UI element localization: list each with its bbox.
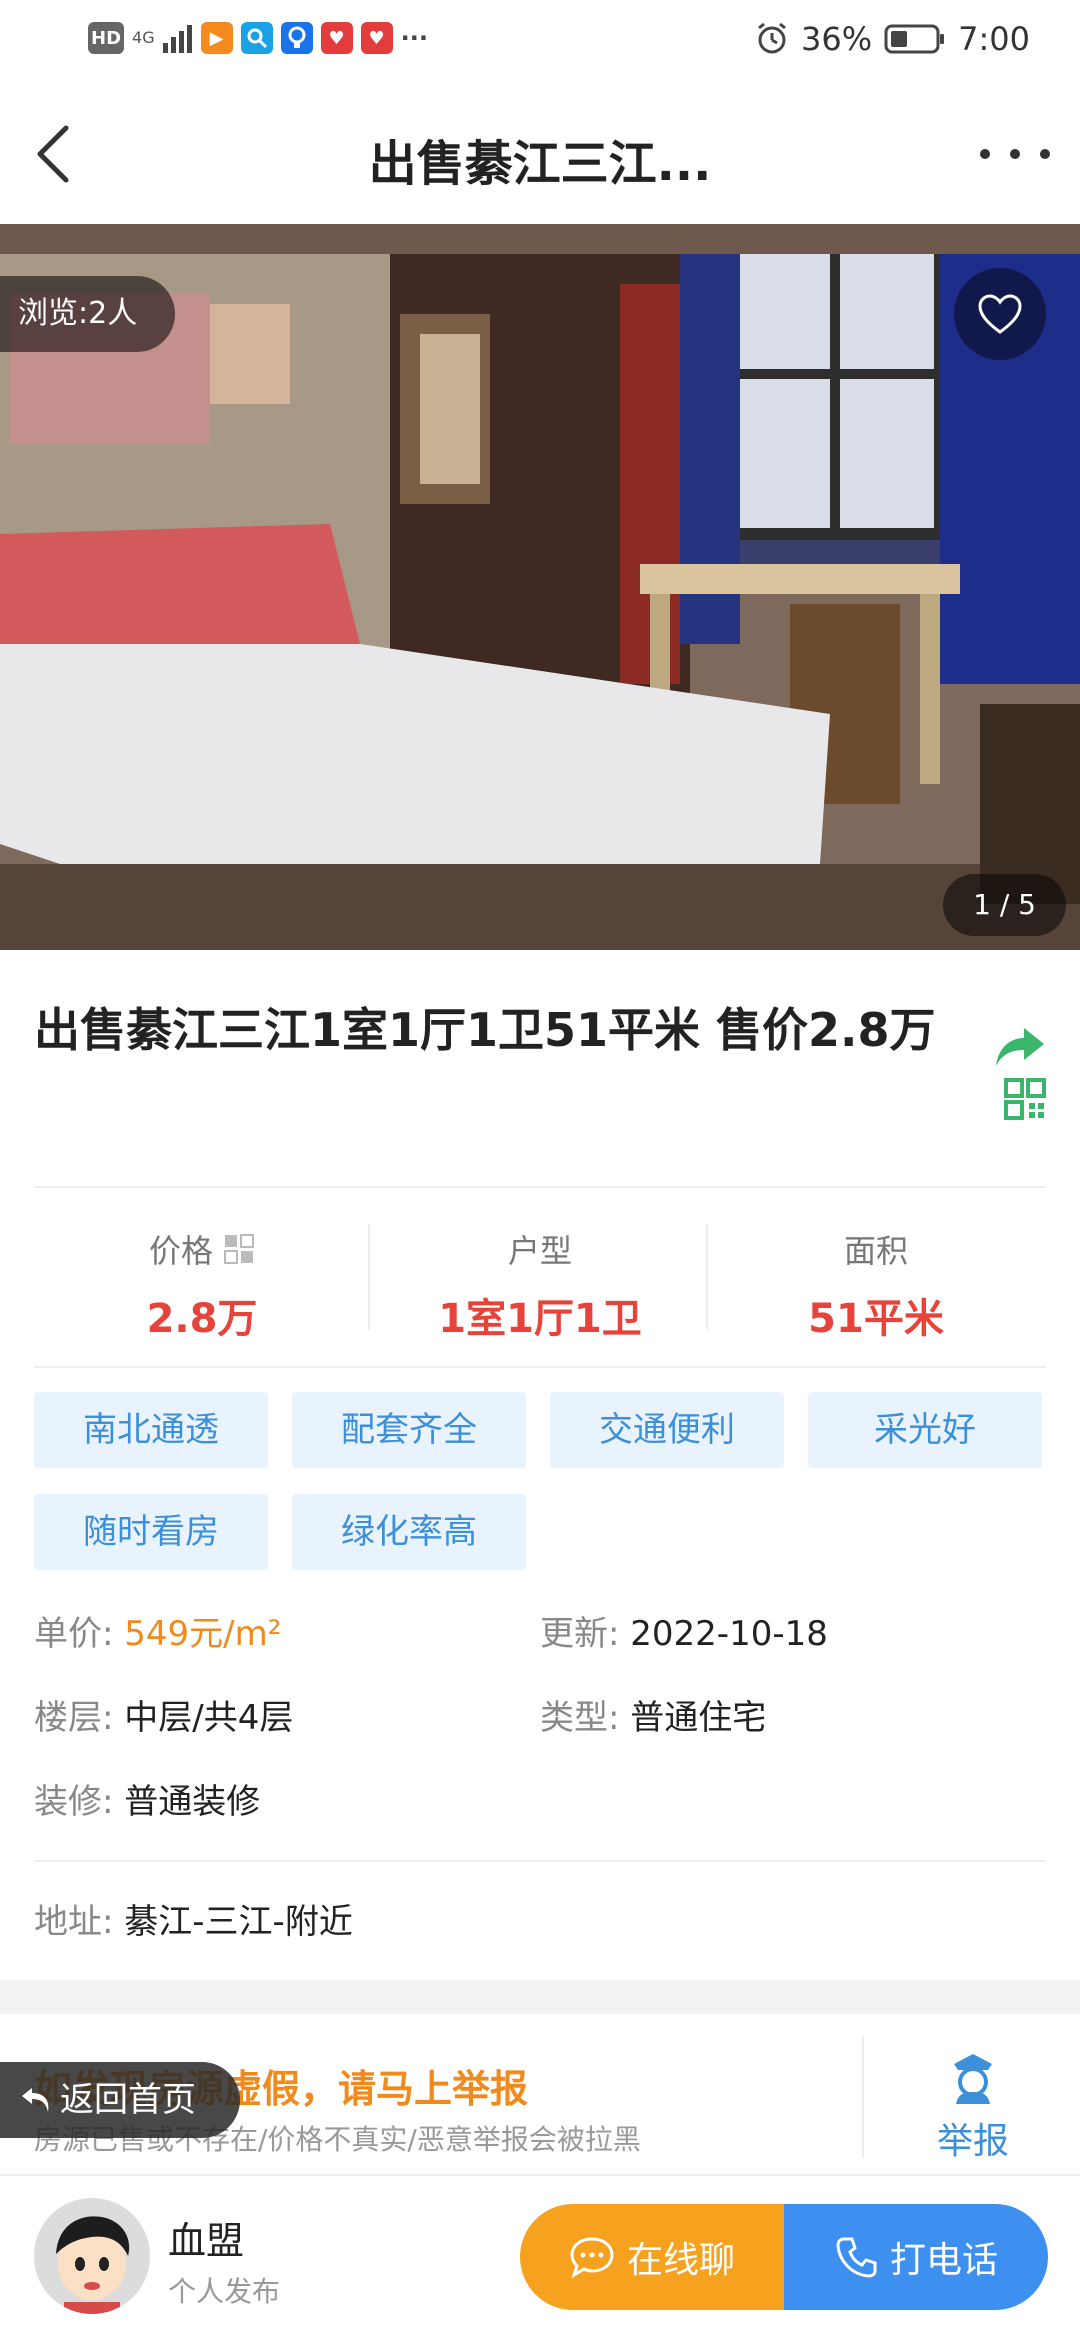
- stat-layout-label: 户型: [507, 1232, 572, 1270]
- stat-price-value: 2.8万: [146, 1296, 258, 1342]
- divider: [0, 2174, 1080, 2176]
- feature-tag: 随时看房: [34, 1494, 268, 1570]
- detail-value: 綦江-三江-附近: [124, 1902, 353, 1942]
- clock: 7:00: [958, 20, 1030, 58]
- divider: [34, 1366, 1046, 1368]
- detail-key: 装修:: [34, 1782, 114, 1822]
- heart-outline-icon: [978, 294, 1022, 334]
- share-icon[interactable]: [992, 1024, 1048, 1070]
- police-icon: [954, 2054, 992, 2104]
- favorite-button[interactable]: [954, 268, 1046, 360]
- hd-label: HD: [91, 27, 122, 49]
- page-title: 出售綦江三江...: [368, 136, 712, 192]
- hd-icon: HD: [88, 22, 125, 54]
- divider: [34, 1186, 1046, 1188]
- video-app-icon: ▶: [200, 22, 233, 54]
- photo-counter: 1 / 5: [943, 874, 1066, 936]
- feature-tag: 交通便利: [550, 1392, 784, 1468]
- signal-icon: [162, 25, 192, 53]
- feature-tag: 配套齐全: [292, 1392, 526, 1468]
- divider: [34, 1860, 1046, 1862]
- feature-tag: 绿化率高: [292, 1494, 526, 1570]
- listing-photo[interactable]: 浏览:2人 1 / 5: [0, 224, 1080, 950]
- views-count: 浏览:2人: [0, 276, 176, 352]
- detail-updated: 更新: 2022-10-18: [540, 1606, 828, 1655]
- online-chat-button[interactable]: 在线聊: [520, 2204, 784, 2310]
- stat-layout-value: 1室1厅1卫: [438, 1296, 642, 1342]
- call-label: 打电话: [889, 2240, 998, 2281]
- status-icons-left: HD 4G ▶ ♥ ♥ ···: [88, 22, 428, 54]
- back-arrow-icon[interactable]: [28, 122, 88, 186]
- detail-unit-price: 单价: 549元/m²: [34, 1606, 281, 1655]
- stat-area: 面积 51平米: [708, 1210, 1044, 1342]
- section-gap: [0, 1980, 1080, 2014]
- more-menu-icon[interactable]: [980, 134, 1050, 174]
- price-calculator-icon[interactable]: [223, 1233, 255, 1265]
- online-chat-label: 在线聊: [626, 2240, 735, 2281]
- back-home-label: 返回首页: [60, 2080, 196, 2120]
- detail-key: 单价:: [34, 1614, 114, 1654]
- detail-decoration: 装修: 普通装修: [34, 1774, 260, 1823]
- report-button-label: 举报: [936, 2121, 1009, 2162]
- status-icons-right: 36% 7:00: [755, 20, 1030, 58]
- stat-price: 价格 2.8万: [34, 1210, 370, 1342]
- stat-layout: 户型 1室1厅1卫: [372, 1210, 708, 1342]
- detail-key: 地址:: [34, 1902, 114, 1942]
- detail-type: 类型: 普通住宅: [540, 1690, 766, 1739]
- seller-name: 血盟: [168, 2219, 245, 2263]
- stat-price-label: 价格: [148, 1232, 213, 1270]
- back-home-button[interactable]: 返回首页: [0, 2062, 240, 2138]
- detail-key: 类型:: [540, 1698, 620, 1738]
- phone-icon: [836, 2237, 877, 2278]
- status-bar: HD 4G ▶ ♥ ♥ ··· 36% 7:00: [0, 0, 1080, 84]
- network-4g-label: 4G: [132, 28, 155, 47]
- stat-area-label: 面积: [843, 1232, 908, 1270]
- seller-type: 个人发布: [168, 2275, 281, 2308]
- more-notifications-icon: ···: [400, 24, 428, 52]
- alarm-icon: [758, 22, 786, 54]
- key-stats: 价格 2.8万 户型 1室1厅1卫 面积 51平米: [0, 1210, 1080, 1342]
- detail-key: 楼层:: [34, 1698, 114, 1738]
- detail-value: 普通装修: [124, 1782, 261, 1822]
- network-4g-icon: 4G: [132, 30, 155, 46]
- detail-value: 549元/m²: [124, 1614, 282, 1654]
- feature-tag: 采光好: [808, 1392, 1042, 1468]
- detail-floor: 楼层: 中层/共4层: [34, 1690, 293, 1739]
- detail-value: 中层/共4层: [124, 1698, 294, 1738]
- detail-address: 地址: 綦江-三江-附近: [34, 1894, 353, 1943]
- feature-tag: 南北通透: [34, 1392, 268, 1468]
- search-app-icon: [240, 22, 273, 54]
- heart-app-icon: ♥: [320, 22, 353, 54]
- nav-bar: 出售綦江三江...: [0, 84, 1080, 224]
- listing-title: 出售綦江三江1室1厅1卫51平米 售价2.8万: [34, 1003, 936, 1057]
- return-arrow-icon: [22, 2088, 49, 2112]
- battery-percent: 36%: [801, 20, 873, 58]
- qr-code-icon[interactable]: [1004, 1078, 1046, 1120]
- cartoon-avatar-icon: [34, 2198, 150, 2314]
- call-button[interactable]: 打电话: [784, 2204, 1048, 2310]
- bulb-app-icon: [280, 22, 313, 54]
- detail-value: 普通住宅: [630, 1698, 767, 1738]
- heart-app-icon-2: ♥: [360, 22, 393, 54]
- detail-value: 2022-10-18: [630, 1614, 828, 1654]
- stat-area-value: 51平米: [808, 1296, 944, 1342]
- stat-separator: [368, 1224, 370, 1330]
- report-separator: [862, 2036, 864, 2158]
- report-button[interactable]: 举报: [900, 2050, 1046, 2164]
- battery-icon: [884, 24, 945, 54]
- detail-key: 更新:: [540, 1614, 620, 1654]
- chat-bubble-icon: [570, 2237, 614, 2278]
- seller-avatar[interactable]: [34, 2198, 150, 2314]
